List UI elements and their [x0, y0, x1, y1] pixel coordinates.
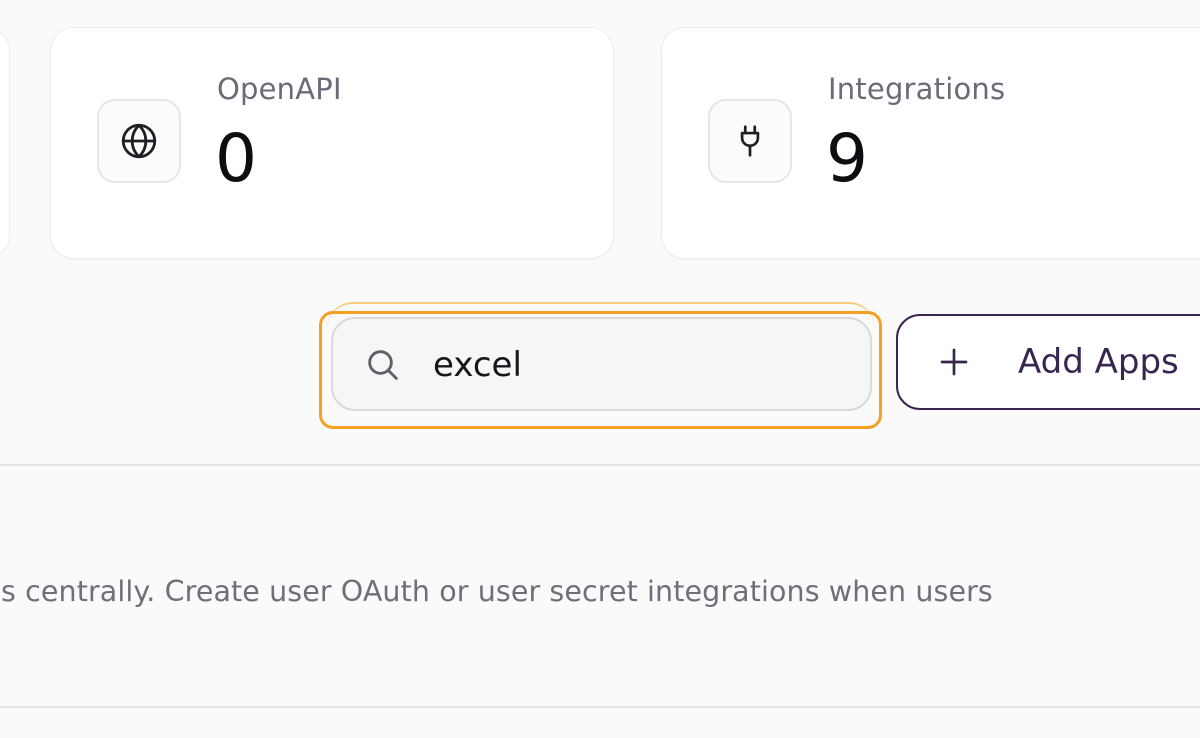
stat-card-partial [0, 28, 10, 258]
stat-value-openapi: 0 [215, 120, 257, 197]
plus-icon [940, 348, 968, 376]
stat-card-openapi: OpenAPI 0 [50, 27, 614, 259]
openapi-icon-box [97, 99, 181, 183]
section-divider-bottom [0, 706, 1200, 708]
add-apps-button[interactable]: Add Apps [896, 314, 1200, 410]
globe-icon [121, 123, 157, 159]
search-icon [368, 350, 398, 380]
search-input[interactable] [433, 337, 853, 393]
stat-label-openapi: OpenAPI [217, 72, 342, 106]
integrations-icon-box [708, 99, 792, 183]
stat-label-integrations: Integrations [828, 72, 1006, 106]
integrations-description: ntials centrally. Create user OAuth or u… [0, 575, 993, 608]
apps-page: OpenAPI 0 Integrations 9 Add Apps [0, 0, 1200, 738]
add-apps-label: Add Apps [1018, 342, 1179, 382]
stat-card-integrations: Integrations 9 [661, 27, 1200, 259]
search-box[interactable] [331, 317, 872, 411]
plug-icon [740, 125, 760, 157]
stat-value-integrations: 9 [826, 120, 868, 197]
